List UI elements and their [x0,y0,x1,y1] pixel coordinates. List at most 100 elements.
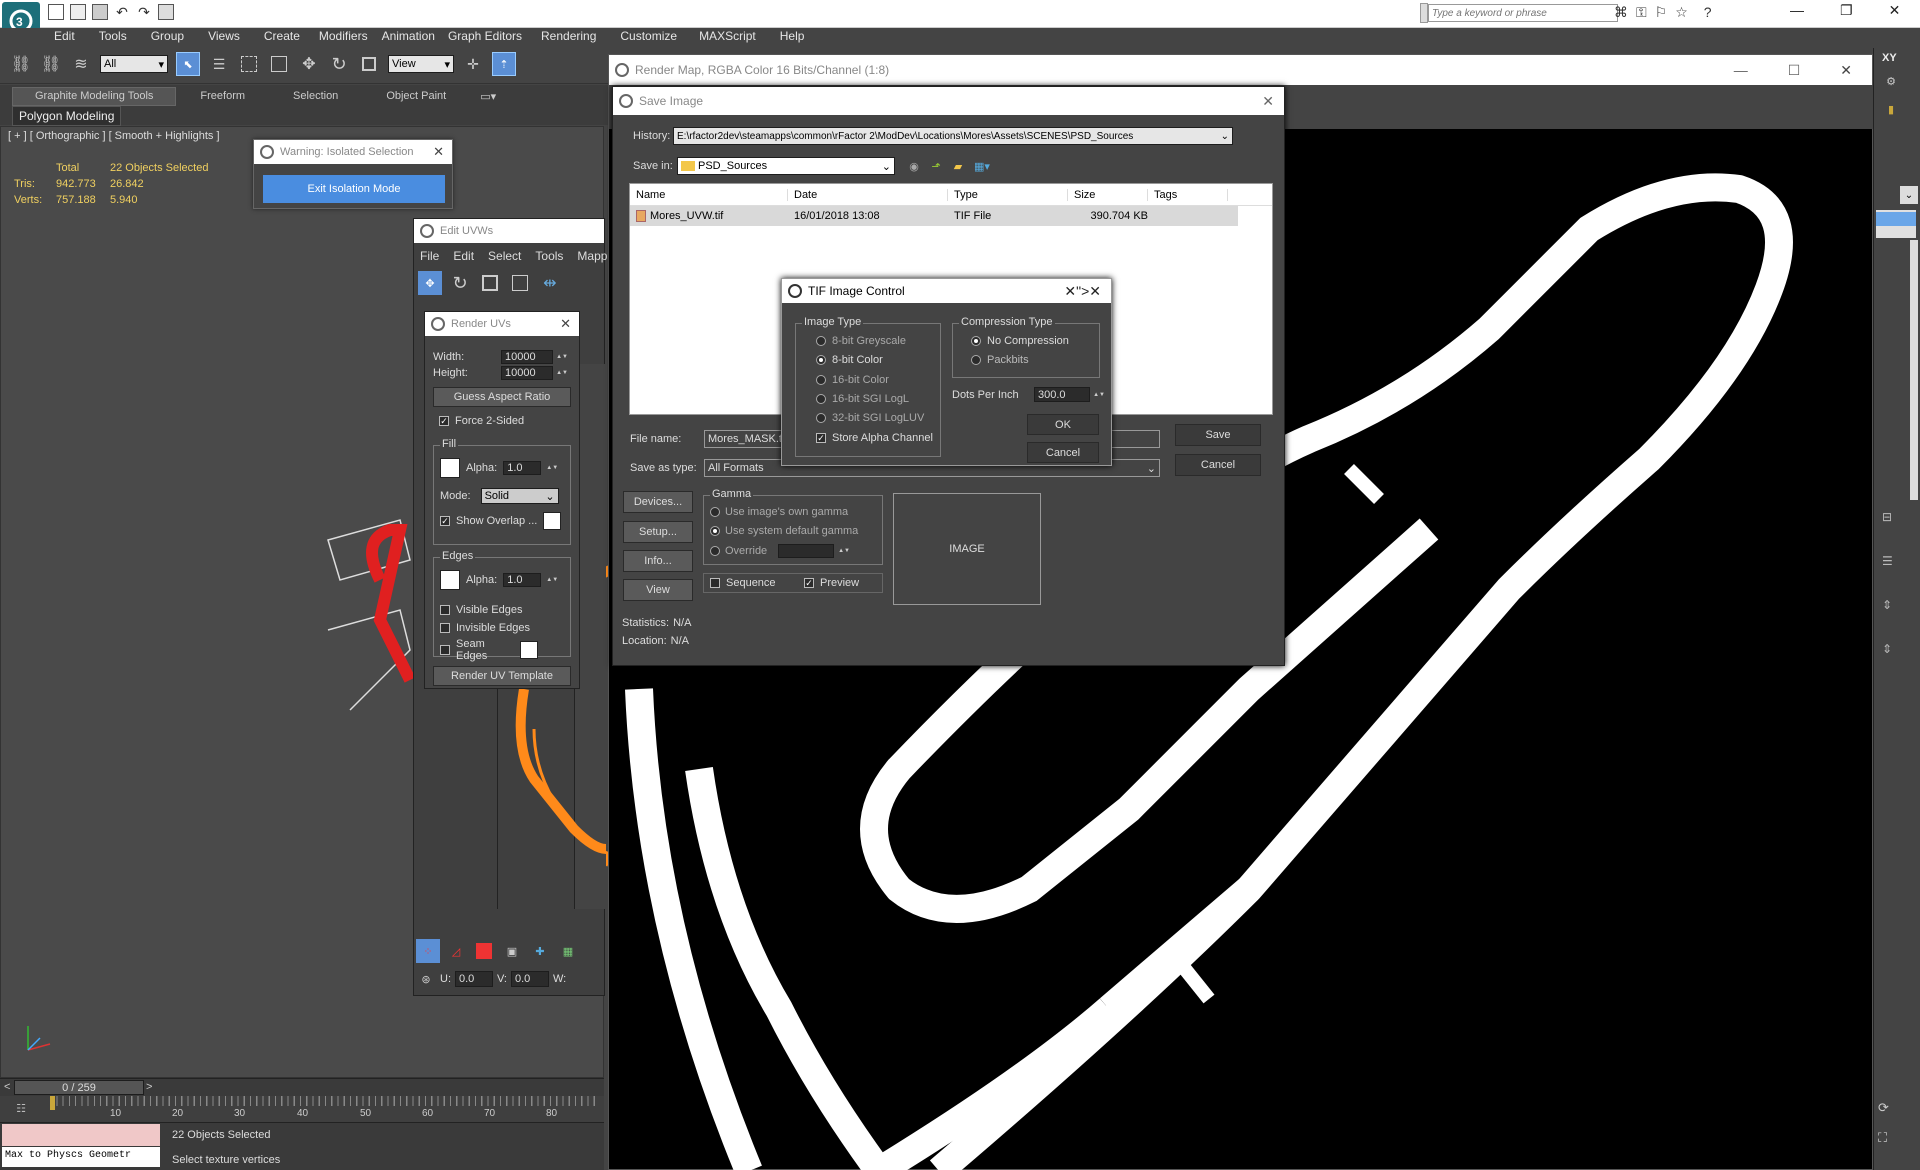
view-menu-icon[interactable]: ▦▾ [971,160,993,173]
render-uv-template-button[interactable]: Render UV Template [433,666,571,686]
close-icon[interactable]: ✕ [425,144,452,160]
force-2sided-checkbox[interactable]: ✓ [439,416,449,426]
save-icon[interactable] [92,4,108,20]
menu-create[interactable]: Create [264,29,300,43]
render-uvs-titlebar[interactable]: Render UVs ✕ [425,312,579,336]
undo-icon[interactable]: ↶ [114,4,130,20]
minimize-icon[interactable]: — [1714,62,1768,78]
select-by-name-icon[interactable]: ☰ [208,53,230,75]
dpi-spinner-icon[interactable]: ▲▼ [1093,392,1105,398]
type-8bit-grey-radio[interactable] [816,336,826,346]
uvw-menu-tools[interactable]: Tools [535,249,563,263]
type-32bit-sgi-radio[interactable] [816,413,826,423]
maxscript-mini-listener[interactable]: Max to Physcs Geometr [2,1147,160,1167]
create-panel-icon[interactable]: ⚙ [1880,72,1902,90]
tab-object-paint[interactable]: Object Paint [362,87,470,106]
key-icon[interactable]: ⚿ [1636,4,1647,21]
search-expand-icon[interactable] [1420,3,1428,23]
view-button[interactable]: View [623,579,693,601]
time-next-icon[interactable]: > [146,1081,152,1093]
mode-dropdown[interactable]: Solid ⌄ [480,488,559,504]
rect-selection-icon[interactable] [238,53,260,75]
uv-move-icon[interactable]: ✥ [418,271,442,295]
maximize-viewport-icon[interactable]: ⛶ [1878,1130,1889,1146]
selection-filter-dropdown[interactable]: All ▾ [100,55,168,73]
ribbon-subtab[interactable]: Polygon Modeling [12,106,122,126]
move-icon[interactable]: ✥ [298,53,320,75]
panel-dropdown[interactable]: ⌄ [1900,186,1918,204]
save-in-dropdown[interactable]: PSD_Sources ⌄ [677,157,895,175]
time-prev-icon[interactable]: < [4,1081,10,1093]
sign-in-icon[interactable]: ⚐ [1655,4,1668,21]
menu-help[interactable]: Help [780,29,805,43]
maximize-icon[interactable]: ☐ [1768,62,1821,79]
overlap-color-swatch[interactable] [543,512,562,530]
rotate-icon[interactable]: ↻ [328,53,350,75]
info-button[interactable]: Info... [623,550,693,572]
col-size[interactable]: Size [1068,188,1148,201]
guess-aspect-button[interactable]: Guess Aspect Ratio [433,387,571,407]
seam-edges-checkbox[interactable] [440,645,450,655]
manipulate-icon[interactable]: ⇡ [492,52,516,76]
rollout-menu-icon[interactable]: ☰ [1882,554,1893,568]
axis-constraint-label[interactable]: XY [1882,52,1897,64]
seam-color-swatch[interactable] [520,641,538,659]
menu-customize[interactable]: Customize [620,29,677,43]
menu-modifiers[interactable]: Modifiers [319,29,368,43]
fill-alpha-spinner-icon[interactable]: ▲▼ [546,465,558,471]
new-folder-icon[interactable]: ▰ [949,160,967,173]
menu-graph-editors[interactable]: Graph Editors [448,29,522,43]
fill-color-swatch[interactable] [440,458,460,478]
gamma-override-field[interactable] [778,544,834,558]
height-field[interactable]: 10000 [501,366,553,380]
col-tags[interactable]: Tags [1148,188,1228,201]
uvw-menu-edit[interactable]: Edit [453,249,474,263]
vertex-mode-icon[interactable]: ⁘ [416,939,440,963]
modifier-stack-item[interactable] [1876,212,1916,226]
menu-animation[interactable]: Animation [382,29,435,43]
select-inverted-icon[interactable]: ▦ [556,939,580,963]
uv-freeform-icon[interactable] [508,271,532,295]
uvw-menu-select[interactable]: Select [488,249,521,263]
favorites-star-icon[interactable]: ☆ [1675,4,1688,21]
packbits-radio[interactable] [971,355,981,365]
edges-alpha-spinner-icon[interactable]: ▲▼ [546,577,558,583]
tif-ok-button[interactable]: OK [1027,414,1099,435]
polygon-mode-icon[interactable] [472,939,496,963]
modify-panel-icon[interactable]: ▮ [1880,100,1902,118]
sequence-checkbox[interactable] [710,578,720,588]
gamma-default-radio[interactable] [710,526,720,536]
minimize-icon[interactable]: — [1790,2,1804,19]
tif-cancel-button[interactable]: Cancel [1027,442,1099,463]
dpi-field[interactable]: 300.0 [1034,387,1090,402]
type-16bit-color-radio[interactable] [816,375,826,385]
edit-uvws-titlebar[interactable]: Edit UVWs [414,219,604,243]
save-image-titlebar[interactable]: Save Image ✕ [613,87,1284,115]
uvw-menu-mapping[interactable]: Mapp [577,249,607,263]
width-field[interactable]: 10000 [501,350,553,364]
setup-button[interactable]: Setup... [623,521,693,543]
exit-isolation-button[interactable]: Exit Isolation Mode [263,175,445,203]
show-overlap-checkbox[interactable]: ✓ [440,516,450,526]
type-8bit-color-radio[interactable] [816,355,826,365]
warning-titlebar[interactable]: Warning: Isolated Selection ✕ [254,140,452,164]
gamma-own-radio[interactable] [710,507,720,517]
spinner-icon[interactable]: ⇕ [1882,642,1893,656]
uvw-menu-file[interactable]: File [420,249,439,263]
search-input[interactable] [1428,4,1618,22]
col-date[interactable]: Date [788,188,948,201]
current-frame-marker[interactable] [50,1096,55,1110]
uv-scale-icon[interactable] [478,271,502,295]
close-icon[interactable]: ✕ [1889,2,1901,19]
type-16bit-sgi-radio[interactable] [816,394,826,404]
col-name[interactable]: Name [630,188,788,201]
cancel-button[interactable]: Cancel [1175,454,1261,476]
rollout-pin-icon[interactable]: ⊟ [1882,510,1893,524]
unlink-icon[interactable]: ⛓ [40,53,62,75]
back-icon[interactable]: ◉ [905,160,923,173]
menu-maxscript[interactable]: MAXScript [699,29,756,43]
menu-views[interactable]: Views [208,29,240,43]
track-bar[interactable]: ☷ 10 20 30 40 50 60 70 80 [0,1096,604,1122]
maxscript-mini-listener-top[interactable] [2,1124,160,1146]
open-folder-icon[interactable] [70,4,86,20]
